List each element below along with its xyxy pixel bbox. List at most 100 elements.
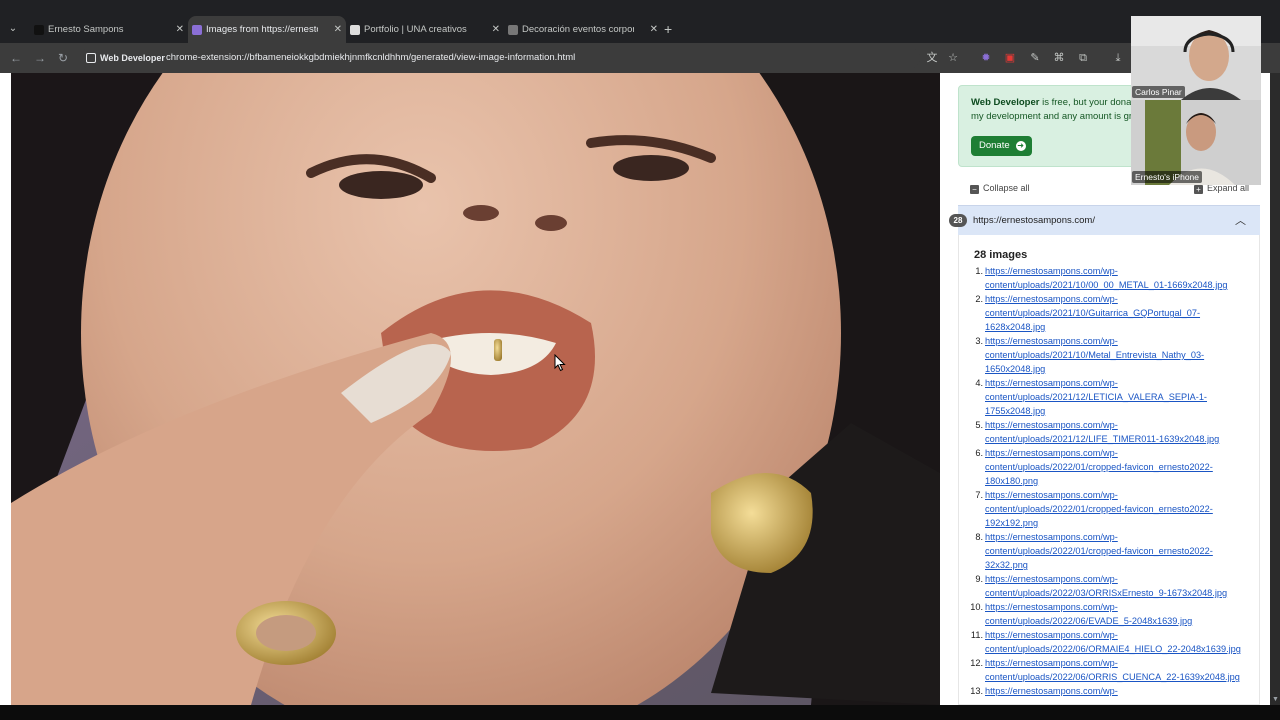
tab-1[interactable]: Ernesto Sampons ✕: [30, 16, 188, 44]
tab-3[interactable]: Portfolio | UNA creativos ✕: [346, 16, 504, 44]
list-item: 3. https://ernestosampons.com/wp-content/…: [974, 334, 1259, 376]
close-tab-icon[interactable]: ✕: [650, 16, 658, 44]
image-url-line2: content/uploads/2022/06/ORMAIE4_HIELO_22…: [985, 644, 1241, 654]
list-item-number: 3.: [975, 336, 983, 346]
tab-search-icon[interactable]: ⌄: [6, 22, 20, 36]
list-item: 8. https://ernestosampons.com/wp-content/…: [974, 530, 1259, 572]
tab-favicon-icon: [192, 25, 202, 35]
image-url-line3: 32x32.png: [985, 560, 1028, 570]
image-url-link[interactable]: https://ernestosampons.com/wp-content/up…: [985, 630, 1241, 654]
reload-icon[interactable]: ↻: [58, 51, 68, 65]
list-item-number: 10.: [970, 602, 983, 612]
image-url-line1: https://ernestosampons.com/wp-: [985, 420, 1118, 430]
list-item-number: 9.: [975, 574, 983, 584]
image-url-line2: content/uploads/2022/06/EVADE_5-2048x163…: [985, 616, 1193, 626]
image-url-link[interactable]: https://ernestosampons.com/wp-content/up…: [985, 658, 1240, 682]
list-item: 13. https://ernestosampons.com/wp-: [970, 684, 1259, 698]
images-section: 28 images 1. https://ernestosampons.com/w…: [958, 235, 1260, 705]
list-item: 9. https://ernestosampons.com/wp-content/…: [974, 572, 1259, 600]
image-url-line1: https://ernestosampons.com/wp-: [985, 686, 1118, 696]
image-url-link[interactable]: https://ernestosampons.com/wp-content/up…: [985, 490, 1213, 528]
image-url-link[interactable]: https://ernestosampons.com/wp-content/up…: [985, 574, 1227, 598]
collapse-all-label: Collapse all: [983, 183, 1030, 193]
image-url-link[interactable]: https://ernestosampons.com/wp-content/up…: [985, 294, 1200, 332]
images-heading: 28 images: [974, 249, 1028, 261]
screen: ⌄ Ernesto Sampons ✕ Images from https://er…: [0, 0, 1280, 720]
image-url-link[interactable]: https://ernestosampons.com/wp-content/up…: [985, 532, 1213, 570]
tab-title: Images from https://ernestosampons.com/: [206, 24, 318, 35]
image-url-line1: https://ernestosampons.com/wp-: [985, 658, 1118, 668]
web-developer-extension-icon[interactable]: ✹: [980, 52, 992, 64]
image-url-link[interactable]: https://ernestosampons.com/wp-: [985, 686, 1118, 696]
new-badge-extension-icon[interactable]: ▣: [1004, 52, 1016, 64]
image-url-line2: content/uploads/2021/10/Guitarrica_GQPor…: [985, 308, 1201, 318]
chevron-up-icon[interactable]: ︿: [1235, 214, 1246, 228]
address-bar[interactable]: Web Developer chrome-extension://bfbamen…: [80, 47, 920, 69]
participant-name-1: Carlos Pinar: [1132, 86, 1185, 98]
puzzle-icon: [86, 53, 96, 63]
list-item-number: 6.: [975, 448, 983, 458]
donate-button[interactable]: Donate ➜: [971, 136, 1032, 156]
notice-brand: Web Developer: [971, 97, 1040, 108]
image-url-link[interactable]: https://ernestosampons.com/wp-content/up…: [985, 336, 1204, 374]
tab-title: Ernesto Sampons: [48, 24, 124, 35]
image-url-line3: 180x180.png: [985, 476, 1039, 486]
donate-label: Donate: [979, 140, 1010, 151]
list-item-number: 11.: [970, 630, 983, 640]
list-item: 6. https://ernestosampons.com/wp-content/…: [974, 446, 1259, 488]
new-tab-icon[interactable]: +: [664, 22, 672, 36]
video-tile-ernesto: Ernesto's iPhone: [1131, 100, 1261, 185]
close-tab-icon[interactable]: ✕: [334, 16, 342, 44]
image-url-link[interactable]: https://ernestosampons.com/wp-content/up…: [985, 266, 1227, 290]
bottom-bar: [0, 705, 1280, 720]
image-url-link[interactable]: https://ernestosampons.com/wp-content/up…: [985, 420, 1219, 444]
image-count-badge: 28: [949, 214, 967, 227]
image-url-line2: content/uploads/2022/01/cropped-favicon_…: [985, 504, 1213, 514]
bookmark-star-icon[interactable]: ☆: [947, 52, 959, 64]
participant-name-2: Ernesto's iPhone: [1132, 171, 1202, 183]
image-url-link[interactable]: https://ernestosampons.com/wp-content/up…: [985, 378, 1207, 416]
collapse-all-button[interactable]: − Collapse all: [970, 183, 1030, 194]
image-url-line1: https://ernestosampons.com/wp-: [985, 448, 1118, 458]
image-url-line3: 1755x2048.jpg: [985, 406, 1046, 416]
image-url-line1: https://ernestosampons.com/wp-: [985, 532, 1118, 542]
image-url-line2: content/uploads/2022/01/cropped-favicon_…: [985, 546, 1213, 556]
forward-icon[interactable]: →: [34, 51, 46, 65]
scroll-down-icon[interactable]: ▼: [1272, 696, 1279, 703]
image-url-line1: https://ernestosampons.com/wp-: [985, 630, 1118, 640]
image-url-line1: https://ernestosampons.com/wp-: [985, 294, 1118, 304]
vertical-scrollbar[interactable]: ▼: [1270, 73, 1280, 705]
image-url-link[interactable]: https://ernestosampons.com/wp-content/up…: [985, 602, 1192, 626]
mouse-cursor-icon: [554, 353, 566, 372]
site-header[interactable]: 28 https://ernestosampons.com/ ︿: [949, 205, 1260, 235]
extension-chip[interactable]: Web Developer: [86, 50, 169, 66]
image-url-link[interactable]: https://ernestosampons.com/wp-content/up…: [985, 448, 1213, 486]
tab-4[interactable]: Decoración eventos corporativos ✕: [504, 16, 662, 44]
minus-square-icon: −: [970, 185, 979, 194]
download-icon[interactable]: ⤓: [1112, 52, 1124, 64]
back-icon[interactable]: ←: [10, 51, 22, 65]
list-item: 10. https://ernestosampons.com/wp-content…: [970, 600, 1259, 628]
image-url-line2: content/uploads/2021/12/LIFE_TIMER011-16…: [985, 434, 1220, 444]
extensions-puzzle-icon[interactable]: ⧉: [1077, 52, 1089, 64]
list-item-number: 4.: [975, 378, 983, 388]
list-item: 4. https://ernestosampons.com/wp-content/…: [974, 376, 1259, 418]
translate-icon[interactable]: 文: [926, 52, 938, 64]
preview-image: [11, 73, 940, 705]
eyedropper-extension-icon[interactable]: ✎: [1029, 52, 1041, 64]
close-tab-icon[interactable]: ✕: [176, 16, 184, 44]
tab-2[interactable]: Images from https://ernestosampons.com/ ✕: [188, 16, 346, 44]
image-url-line1: https://ernestosampons.com/wp-: [985, 266, 1118, 276]
image-url-line2: content/uploads/2022/03/ORRISxErnesto_9-…: [985, 588, 1228, 598]
close-tab-icon[interactable]: ✕: [492, 16, 500, 44]
tab-favicon-icon: [350, 25, 360, 35]
extension-icon[interactable]: ⌘: [1053, 52, 1065, 64]
extension-chip-label: Web Developer: [100, 53, 165, 63]
image-url-line2: content/uploads/2021/10/Metal_Entrevista…: [985, 350, 1205, 360]
image-url-line2: content/uploads/2022/06/ORRIS_CUENCA_22-…: [985, 672, 1240, 682]
arrow-right-icon: ➜: [1015, 141, 1026, 151]
list-item: 12. https://ernestosampons.com/wp-content…: [970, 656, 1259, 684]
list-item-number: 2.: [975, 294, 983, 304]
list-item: 7. https://ernestosampons.com/wp-content/…: [974, 488, 1259, 530]
tab-strip: ⌄ Ernesto Sampons ✕ Images from https://er…: [0, 0, 1280, 44]
